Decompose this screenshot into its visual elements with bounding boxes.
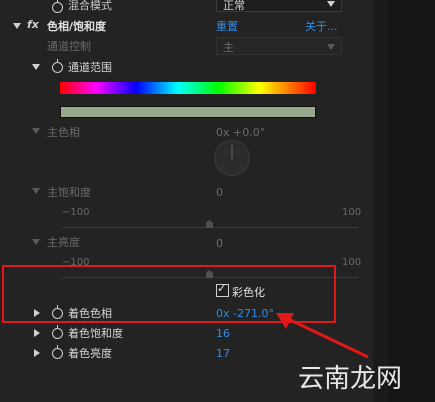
master-lightness-twirl-icon[interactable] — [32, 239, 40, 245]
master-saturation-label: 主饱和度 — [47, 186, 91, 199]
stopwatch-icon[interactable] — [52, 325, 63, 339]
colorize-lightness-label: 着色亮度 — [68, 347, 112, 360]
master-saturation-row: 主饱和度 0 — [0, 182, 370, 200]
colorize-saturation-label: 着色饱和度 — [68, 327, 123, 340]
colorize-saturation-value[interactable]: 16 — [216, 327, 230, 340]
reset-link[interactable]: 重置 — [216, 18, 238, 34]
channel-control-label: 通道控制 — [47, 40, 91, 53]
stopwatch-icon[interactable] — [52, 345, 63, 359]
fx-toggle-icon[interactable]: fx — [27, 18, 39, 31]
channel-range-spectrum-bottom[interactable] — [60, 106, 316, 118]
master-saturation-twirl-icon[interactable] — [32, 188, 40, 194]
master-hue-dial[interactable] — [214, 140, 250, 176]
adjacent-panel — [388, 0, 435, 402]
slider-min-label: −100 — [62, 207, 90, 218]
annotation-arrow-icon — [276, 313, 369, 359]
effect-name: 色相/饱和度 — [47, 20, 107, 33]
channel-range-spectrum-top[interactable] — [60, 82, 316, 94]
channel-range-twirl-icon[interactable] — [32, 64, 40, 70]
master-lightness-label: 主亮度 — [47, 236, 80, 249]
stopwatch-icon[interactable] — [52, 59, 63, 73]
channel-control-row: 通道控制 主 — [0, 37, 370, 55]
master-lightness-row: 主亮度 0 — [0, 233, 370, 251]
blend-mode-row: 混合模式 正常 — [0, 0, 370, 18]
effect-header-row: fx 色相/饱和度 重置 关于... — [0, 17, 370, 35]
about-link[interactable]: 关于... — [305, 18, 338, 34]
blend-mode-dropdown[interactable]: 正常 — [216, 0, 342, 12]
chevron-down-icon — [327, 1, 335, 7]
colorize-lightness-twirl-icon[interactable] — [34, 349, 40, 357]
master-hue-label: 主色相 — [47, 126, 80, 139]
colorize-saturation-twirl-icon[interactable] — [34, 329, 40, 337]
blend-mode-value: 正常 — [223, 0, 245, 12]
master-hue-twirl-icon[interactable] — [32, 128, 40, 134]
stopwatch-icon[interactable] — [52, 0, 63, 13]
blend-mode-label: 混合模式 — [68, 0, 112, 12]
channel-control-dropdown[interactable]: 主 — [216, 37, 342, 55]
chevron-down-icon — [327, 44, 335, 50]
channel-range-label: 通道范围 — [68, 61, 112, 74]
effect-expand-twirl-icon[interactable] — [13, 23, 21, 29]
channel-control-value: 主 — [223, 41, 234, 54]
slider-max-label: 100 — [342, 257, 362, 268]
colorize-lightness-value[interactable]: 17 — [216, 347, 230, 360]
master-saturation-value[interactable]: 0 — [216, 186, 223, 199]
channel-range-row: 通道范围 — [0, 58, 370, 76]
dial-needle — [231, 145, 233, 159]
watermark-text: 云南龙网 — [298, 364, 403, 394]
master-hue-value[interactable]: 0x +0.0° — [216, 126, 265, 139]
master-saturation-slider-handle[interactable] — [206, 220, 213, 228]
slider-max-label: 100 — [342, 207, 362, 218]
master-hue-row: 主色相 0x +0.0° — [0, 122, 370, 140]
master-lightness-value[interactable]: 0 — [216, 237, 223, 250]
